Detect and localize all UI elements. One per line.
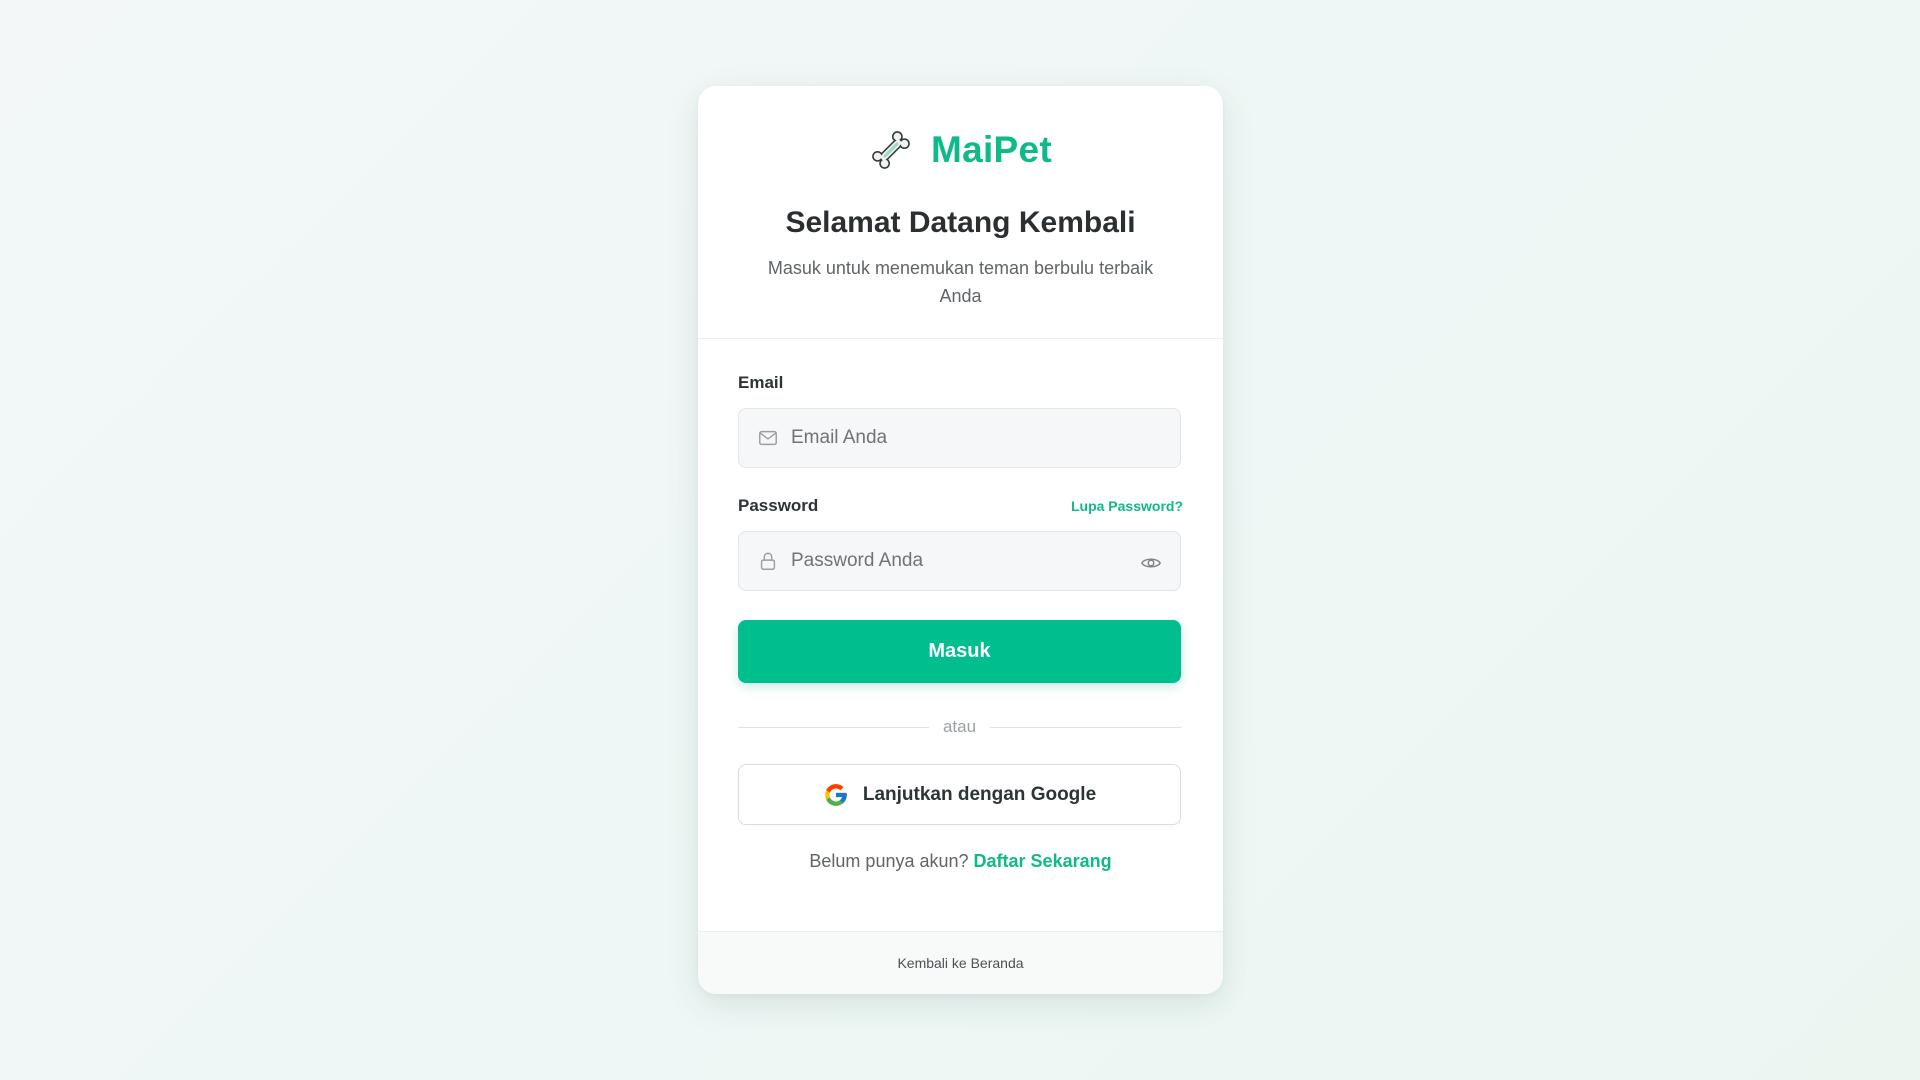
lock-icon	[760, 552, 776, 570]
back-home-link[interactable]: Kembali ke Beranda	[897, 955, 1023, 971]
login-button[interactable]: Masuk	[738, 620, 1181, 683]
bone-icon	[872, 131, 910, 169]
mail-icon	[759, 430, 777, 446]
card-footer: Kembali ke Beranda	[698, 931, 1223, 994]
brand-name: MaiPet	[930, 129, 1053, 170]
brand-logo: MaiPet	[698, 128, 1223, 172]
or-divider: atau	[738, 717, 1181, 737]
password-label: Password	[738, 496, 819, 515]
divider-line-right	[990, 726, 1181, 728]
divider-text: atau	[942, 717, 977, 736]
page-title: Selamat Datang Kembali	[785, 206, 1136, 239]
password-field[interactable]	[738, 531, 1181, 591]
eye-icon[interactable]	[1140, 552, 1162, 574]
email-field[interactable]	[738, 408, 1181, 468]
email-label: Email	[738, 373, 784, 392]
page-subtitle: Masuk untuk menemukan teman berbulu terb…	[767, 258, 1154, 306]
google-login-label: Lanjutkan dengan Google	[862, 783, 1097, 805]
password-input[interactable]	[789, 531, 1133, 591]
card-header: MaiPet Selamat Datang Kembali Masuk untu…	[698, 86, 1223, 339]
signup-prompt: Belum punya akun? Daftar Sekarang	[698, 851, 1223, 872]
forgot-password-link[interactable]: Lupa Password?	[1071, 498, 1183, 514]
login-card: MaiPet Selamat Datang Kembali Masuk untu…	[698, 86, 1223, 994]
google-login-button[interactable]: Lanjutkan dengan Google	[738, 764, 1181, 825]
signup-prompt-text: Belum punya akun?	[809, 851, 969, 871]
google-icon	[825, 783, 847, 806]
signup-link[interactable]: Daftar Sekarang	[974, 851, 1112, 871]
divider-line-left	[738, 726, 929, 728]
email-input[interactable]	[789, 408, 1133, 468]
